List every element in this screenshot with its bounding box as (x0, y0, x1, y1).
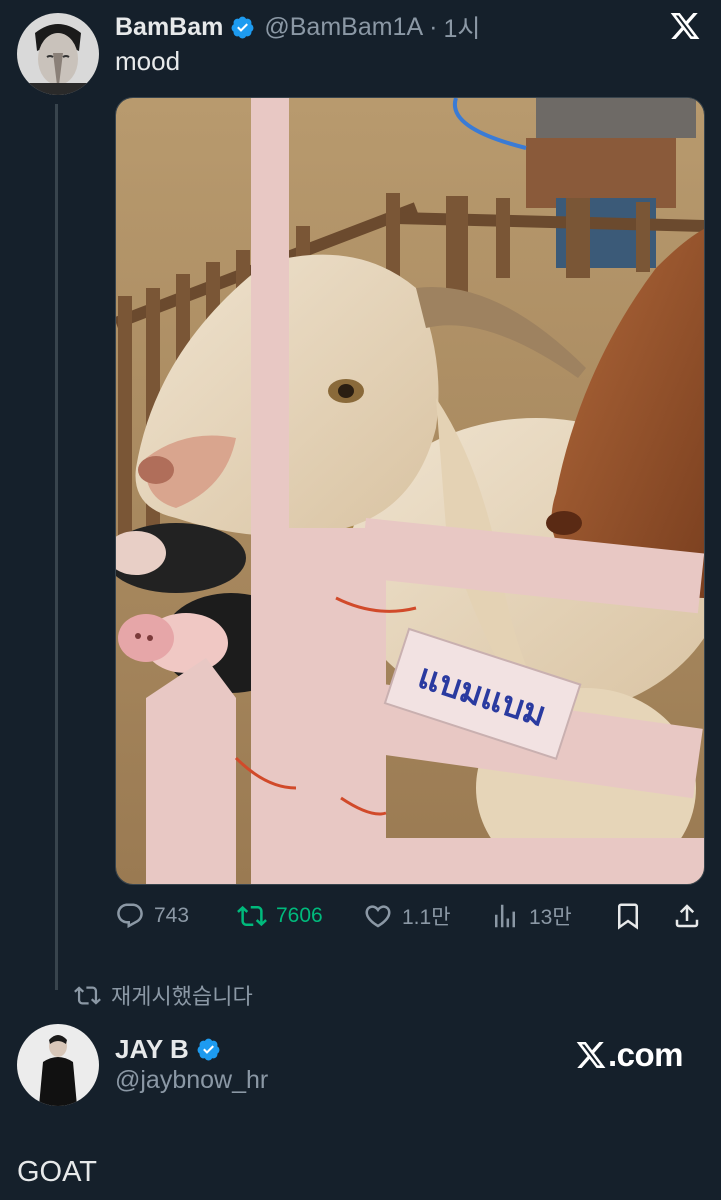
retweet-button[interactable]: 7606 (237, 898, 323, 934)
reposter-avatar[interactable] (17, 1024, 99, 1106)
tweet-media[interactable]: แบมแบม (115, 97, 705, 885)
bookmark-button[interactable] (613, 898, 643, 934)
like-count: 1.1만 (402, 906, 451, 929)
share-button[interactable] (672, 898, 702, 934)
thread-line (55, 104, 58, 990)
retweet-icon (74, 985, 101, 1005)
reposter-name-row: JAY B (115, 1033, 221, 1065)
reposter-handle[interactable]: @jaybnow_hr (115, 1066, 268, 1095)
author-avatar[interactable] (17, 13, 99, 95)
action-bar: 743 7606 1.1만 13만 (115, 898, 705, 934)
reply-button[interactable]: 743 (115, 898, 189, 934)
avatar-photo-icon (17, 1024, 99, 1106)
repost-label: 재게시했습니다 (111, 984, 253, 1009)
x-com-text: .com (608, 1036, 684, 1073)
separator-dot: · (429, 12, 438, 41)
author-display-name[interactable]: BamBam (115, 13, 223, 42)
verified-badge-icon (230, 15, 255, 40)
retweet-count: 7606 (276, 904, 323, 927)
avatar-photo-icon (17, 13, 99, 95)
views-button[interactable]: 13만 (490, 898, 572, 934)
reposter-display-name[interactable]: JAY B (115, 1034, 189, 1065)
heart-icon (365, 905, 391, 928)
retweet-icon (237, 905, 267, 927)
bookmark-icon (618, 903, 638, 930)
tweet-screenshot: BamBam @BamBam1A · 1시 mood แบมแบม 743 76… (0, 0, 721, 1200)
x-logo-icon[interactable] (669, 10, 701, 42)
x-com-watermark: .com (575, 1036, 684, 1074)
views-count: 13만 (529, 906, 572, 929)
goat-pig-photo-icon: แบมแบม (116, 98, 704, 884)
reply-icon (117, 903, 143, 929)
like-button[interactable]: 1.1만 (363, 898, 451, 934)
repost-indicator: 재게시했습니다 (74, 980, 253, 1010)
verified-badge-icon (196, 1037, 221, 1062)
caption-text: GOAT (17, 1156, 98, 1188)
tweet-text: mood (115, 46, 181, 76)
views-chart-icon (495, 904, 515, 928)
tweet-time[interactable]: 1시 (443, 9, 480, 45)
reply-count: 743 (154, 904, 190, 927)
tweet-header: BamBam @BamBam1A · 1시 (115, 9, 480, 45)
author-handle[interactable]: @BamBam1A (264, 13, 423, 42)
share-icon (675, 904, 699, 928)
x-logo-icon (576, 1042, 606, 1068)
